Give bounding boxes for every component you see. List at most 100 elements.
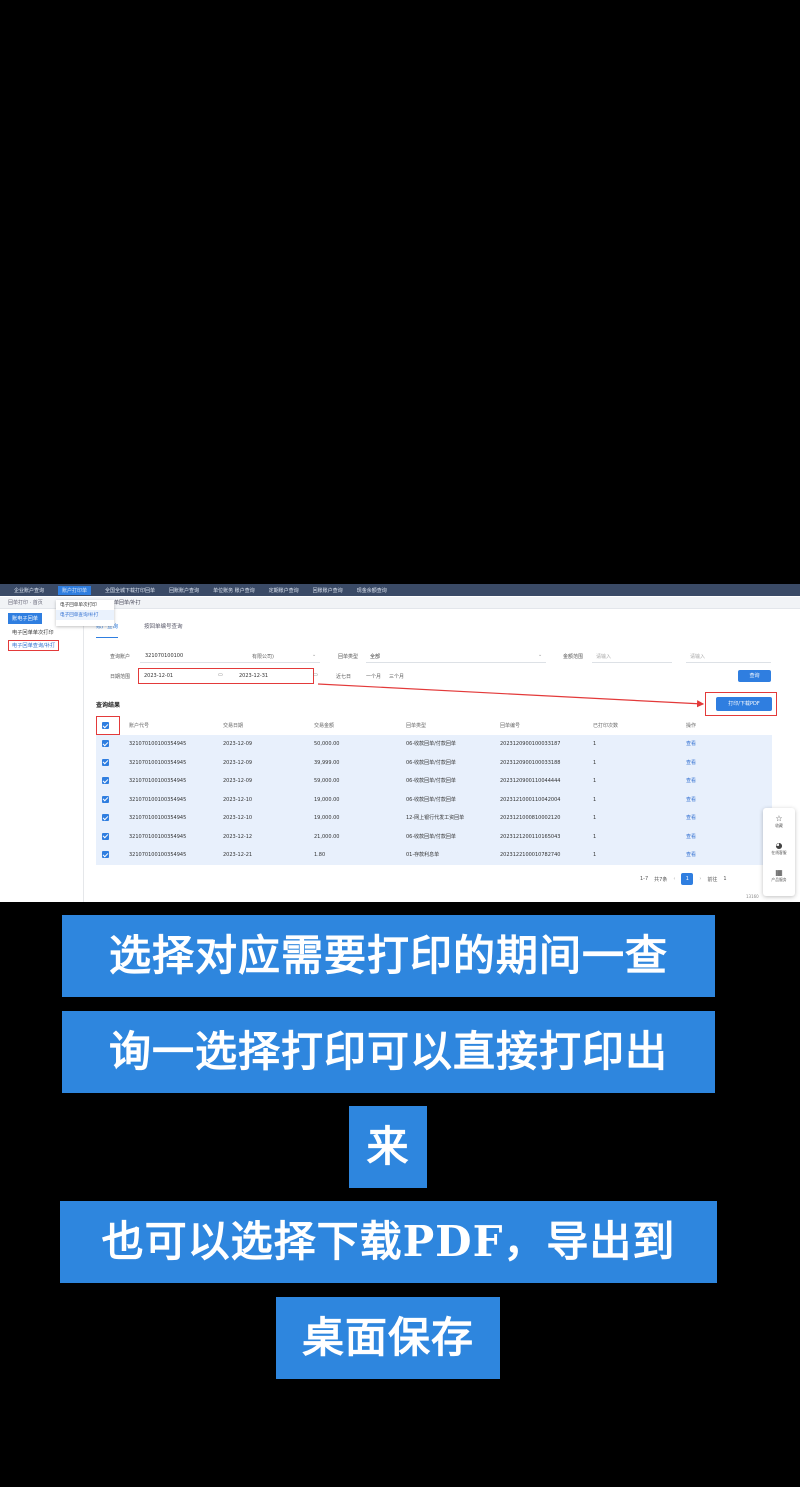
cell-number: 2023121000110042004 (500, 796, 561, 803)
rightbar-service[interactable]: ◕ 在线客服 (763, 841, 795, 856)
cell-account: 321070100100354945 (129, 778, 187, 784)
cell-number: 2023122100010782740 (500, 852, 561, 858)
row-checkbox[interactable] (102, 814, 109, 821)
table-row[interactable]: 321070100100354945 2023-12-09 59,000.00 06-… (96, 772, 772, 791)
calendar-icon[interactable]: ▭ (218, 672, 223, 678)
row-checkbox[interactable] (102, 777, 109, 784)
nav-item-6[interactable]: 回账账户查询 (313, 587, 343, 594)
rightbar-favorite[interactable]: ☆ 收藏 (763, 814, 795, 829)
headset-icon: ◕ (775, 841, 783, 850)
cell-account: 321070100100354945 (129, 833, 187, 840)
print-download-pdf-button[interactable]: 打印/下载PDF (716, 697, 772, 711)
cell-type: 01-存款利息单 (406, 852, 440, 858)
col-header: 回单类型 (406, 723, 427, 729)
breadcrumb-tab[interactable]: 单回单/补打 (114, 597, 141, 609)
cell-amount: 59,000.00 (314, 778, 340, 784)
nav-item-1[interactable]: 账户打印单 (58, 585, 92, 595)
cell-number: 2023121200110165043 (500, 833, 561, 840)
cell-date: 2023-12-09 (223, 778, 253, 784)
date-end-input[interactable]: 2023-12-31 (239, 673, 268, 679)
cell-count: 1 (593, 778, 597, 784)
top-nav: 企业账户查询 账户打印单 全国全城下载打印回单 回账账户查询 单位账务 账户查询… (0, 584, 800, 596)
nav-item-2[interactable]: 全国全城下载打印回单 (105, 587, 155, 594)
chevron-right-icon[interactable]: › (699, 876, 701, 882)
tab-receipt-no-query[interactable]: 按回单编号查询 (144, 622, 183, 638)
qr-icon: ▦ (775, 868, 783, 877)
chevron-down-icon[interactable]: ⌄ (312, 652, 316, 658)
cell-count: 1 (593, 796, 597, 803)
cell-type: 12-网上银行代发工资回单 (406, 815, 465, 821)
quick-7d[interactable]: 近七日 (336, 673, 351, 680)
amount-min-input[interactable]: 请输入 (596, 653, 611, 660)
row-checkbox[interactable] (102, 758, 109, 766)
cell-number: 2023120900100033188 (500, 759, 561, 766)
submenu-flyout: 电子回单单次打印 电子回单查询/补打 (56, 600, 114, 626)
nav-item-5[interactable]: 定期账户查询 (269, 587, 299, 594)
col-header: 交易金额 (314, 723, 335, 729)
sidebar-item-e-receipt[interactable]: 账电子回单 (8, 613, 42, 624)
pagination: 1-7 共7条 ‹ 1 › 前往 1 (640, 872, 727, 886)
cell-amount: 50,000.00 (314, 741, 340, 747)
view-link[interactable]: 查看 (686, 772, 696, 790)
quick-3m[interactable]: 三个月 (389, 673, 404, 680)
flyout-item-single[interactable]: 电子回单单次打印 (56, 600, 114, 610)
row-checkbox[interactable] (102, 851, 109, 858)
account-select[interactable]: 321070100100 (145, 653, 183, 659)
quick-1m[interactable]: 一个月 (366, 673, 381, 680)
table-row[interactable]: 321070100100354945 2023-12-12 21,000.00 06-… (96, 827, 772, 846)
view-link[interactable]: 查看 (686, 828, 696, 846)
cell-number: 2023121000810002120 (500, 815, 561, 821)
cell-date: 2023-12-12 (223, 833, 253, 840)
sidebar-item-single-print[interactable]: 电子回单单次打印 (12, 629, 54, 636)
view-link[interactable]: 查看 (686, 735, 696, 753)
sidebar-item-query-reprint[interactable]: 电子回单查询/补打 (8, 640, 60, 651)
table-row[interactable]: 321070100100354945 2023-12-10 19,000.00 06-… (96, 790, 772, 809)
table-row[interactable]: 321070100100354945 2023-12-09 39,999.00 06-… (96, 753, 772, 772)
type-select[interactable]: 全部 (370, 653, 380, 660)
row-checkbox[interactable] (102, 740, 109, 747)
caption-line-4: 也可以选择下载PDF，导出到 (60, 1201, 717, 1283)
flyout-item-query[interactable]: 电子回单查询/补打 (56, 610, 114, 620)
account-suffix: 有限公司) (252, 654, 274, 660)
nav-item-3[interactable]: 回账账户查询 (169, 587, 199, 594)
cell-account: 321070100100354945 (129, 759, 187, 766)
table-row[interactable]: 321070100100354945 2023-12-10 19,000.00 12-… (96, 809, 772, 828)
col-header: 交易日期 (223, 723, 244, 729)
pager-page-current[interactable]: 1 (681, 873, 694, 885)
cell-count: 1 (593, 833, 597, 840)
row-checkbox[interactable] (102, 832, 109, 840)
cell-count: 1 (593, 741, 597, 747)
results-table: 账户代号 交易日期 交易金额 回单类型 回单编号 已打印次数 操作 321070… (96, 717, 772, 865)
right-floating-bar: ☆ 收藏 ◕ 在线客服 ▦ 产品服务 (763, 808, 795, 896)
view-link[interactable]: 查看 (686, 791, 696, 809)
nav-item-7[interactable]: 现金余额查询 (357, 587, 387, 594)
cell-amount: 19,000.00 (314, 815, 340, 821)
cell-type: 06-收款回单/付款回单 (406, 759, 456, 766)
view-link[interactable]: 查看 (686, 809, 696, 827)
rightbar-qr[interactable]: ▦ 产品服务 (763, 868, 795, 883)
pager-jump-label: 前往 (707, 876, 718, 883)
cell-amount: 1.80 (314, 852, 326, 858)
cell-number: 2023120900100033187 (500, 741, 561, 747)
view-link[interactable]: 查看 (686, 754, 696, 772)
nav-item-4[interactable]: 单位账务 账户查询 (213, 587, 255, 594)
chevron-left-icon[interactable]: ‹ (673, 876, 675, 882)
nav-item-0[interactable]: 企业账户查询 (14, 587, 44, 594)
account-label: 查询账户 (110, 654, 131, 660)
table-row[interactable]: 321070100100354945 2023-12-09 50,000.00 06-… (96, 735, 772, 754)
query-button[interactable]: 查询 (738, 670, 771, 682)
view-link[interactable]: 查看 (686, 846, 696, 864)
amount-max-input[interactable]: 请输入 (690, 653, 705, 660)
chevron-down-icon[interactable]: ⌄ (538, 652, 542, 658)
cell-account: 321070100100354945 (129, 815, 187, 821)
date-start-input[interactable]: 2023-12-01 (144, 673, 173, 679)
pager-jump-input[interactable]: 1 (723, 876, 726, 882)
sidebar: 账电子回单 电子回单单次打印 电子回单查询/补打 (0, 609, 84, 902)
calendar-icon[interactable]: ▭ (313, 672, 318, 678)
table-row[interactable]: 321070100100354945 2023-12-21 1.80 01-存款利息单… (96, 846, 772, 865)
row-checkbox[interactable] (102, 795, 109, 803)
results-title: 查询结果 (96, 702, 121, 709)
cell-type: 06-收款回单/付款回单 (406, 778, 456, 784)
cell-count: 1 (593, 759, 597, 766)
col-header: 已打印次数 (593, 723, 619, 729)
